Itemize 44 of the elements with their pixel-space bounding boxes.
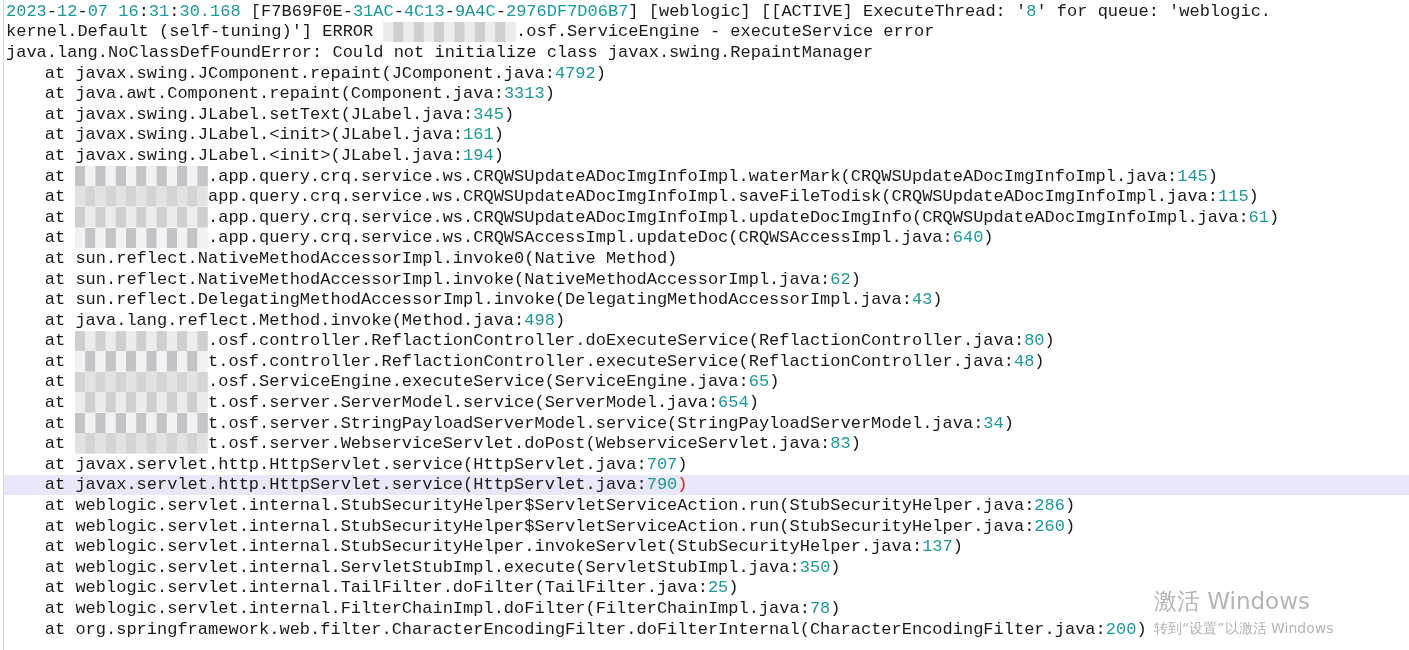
log-text: at sun.reflect.DelegatingMethodAccessorImpl.invoke(DelegatingMethodAccessorImpl.java:43) [44, 290, 943, 310]
log-text: at [44, 166, 66, 186]
log-text: at weblogic.servlet.internal.StubSecurityHelper$ServletServiceAction.run(StubSecurityHelper.java:260) [44, 516, 1076, 536]
log-text: .osf.ServiceEngine - executeService error [516, 22, 935, 42]
log-text: at weblogic.servlet.internal.StubSecurityHelper$ServletServiceAction.run(StubSecurityHelper.java:286) [44, 496, 1076, 516]
log-text: .app.query.crq.service.ws.CRQWSUpdateADocImgInfoImpl.updateDocImgInfo(CRQWSUpdateADocImgInfoImpl.java:61) [208, 207, 1280, 227]
log-text: at sun.reflect.NativeMethodAccessorImpl.invoke(NativeMethodAccessorImpl.java:62) [44, 269, 861, 289]
log-text: at java.awt.Component.repaint(Component.java:3313) [44, 84, 555, 104]
log-text: at weblogic.servlet.internal.StubSecurityHelper.invokeServlet(StubSecurityHelper.java:137) [44, 537, 963, 557]
log-text: 2023-12-07 16:31:30.168 [F7B69F0E-31AC-4C13-9A4C-2976DF7D06B7] [weblogic] [[ACTIVE] ExecuteThread: '8' for queue: 'weblogic. [6, 1, 1272, 21]
log-text: .osf.ServiceEngine.executeService(ServiceEngine.java:65) [208, 372, 780, 392]
log-text: at javax.swing.JLabel.<init>(JLabel.java:194) [44, 145, 504, 165]
log-text: at [44, 187, 66, 207]
log-text: at javax.swing.JLabel.<init>(JLabel.java:161) [44, 125, 504, 145]
log-text: t.osf.server.WebserviceServlet.doPost(WebserviceServlet.java:83) [208, 434, 861, 454]
log-text: at [44, 372, 66, 392]
log-text: t.osf.server.StringPayloadServerModel.service(StringPayloadServerModel.java:34) [208, 413, 1014, 433]
log-text: at weblogic.servlet.internal.FilterChainImpl.doFilter(FilterChainImpl.java:78) [44, 599, 841, 618]
log-text: .app.query.crq.service.ws.CRQWSAccessImpl.updateDoc(CRQWSAccessImpl.java:640) [208, 228, 994, 248]
log-text: at javax.servlet.http.HttpServlet.service(HttpServlet.java:790) [44, 475, 688, 495]
log-text: kernel.Default (self-tuning)'] ERROR [6, 22, 374, 42]
activation-title: 激活 Windows [1154, 587, 1311, 616]
log-text: java.lang.NoClassDefFoundError: Could not initialize class javax.swing.RepaintManager [6, 43, 874, 62]
log-text: at [44, 207, 66, 227]
log-text: at javax.servlet.http.HttpServlet.service(HttpServlet.java:707) [44, 454, 688, 474]
log-text: at weblogic.servlet.internal.TailFilter.doFilter(TailFilter.java:25) [44, 578, 739, 598]
log-text: .app.query.crq.service.ws.CRQWSUpdateADocImgInfoImpl.waterMark(CRQWSUpdateADocImgInfoImpl.java:145) [208, 166, 1218, 186]
log-text: at [44, 228, 66, 248]
log-text: app.query.crq.service.ws.CRQWSUpdateADocImgInfoImpl.saveFileTodisk(CRQWSUpdateADocImgInfoImpl.java:115) [208, 187, 1259, 207]
log-text: at [44, 393, 66, 413]
log-text: .osf.controller.ReflactionController.doExecuteService(ReflactionController.java:80) [208, 331, 1055, 351]
log-text: at java.lang.reflect.Method.invoke(Method.java:498) [44, 310, 566, 330]
log-text: at weblogic.servlet.internal.ServletStubImpl.execute(ServletStubImpl.java:350) [44, 557, 841, 577]
log-text: at org.springframework.web.filter.CharacterEncodingFilter.doFilterInternal(CharacterEncodingFilter.java:200) [44, 619, 1147, 639]
log-text: at [44, 434, 66, 454]
log-text: at [44, 413, 66, 433]
log-text: t.osf.controller.ReflactionController.executeService(ReflactionController.java:48) [208, 351, 1045, 371]
log-text: at javax.swing.JComponent.repaint(JComponent.java:4792) [44, 63, 606, 83]
activation-hint: 转到“设置”以激活 Windows [1154, 620, 1334, 638]
log-text: at javax.swing.JLabel.setText(JLabel.java:345) [44, 104, 515, 124]
log-text: at [44, 331, 66, 351]
log-text: at [44, 351, 66, 371]
log-text: at sun.reflect.NativeMethodAccessorImpl.invoke0(Native Method) [44, 248, 678, 268]
log-text: t.osf.server.ServerModel.service(ServerModel.java:654) [208, 393, 759, 413]
